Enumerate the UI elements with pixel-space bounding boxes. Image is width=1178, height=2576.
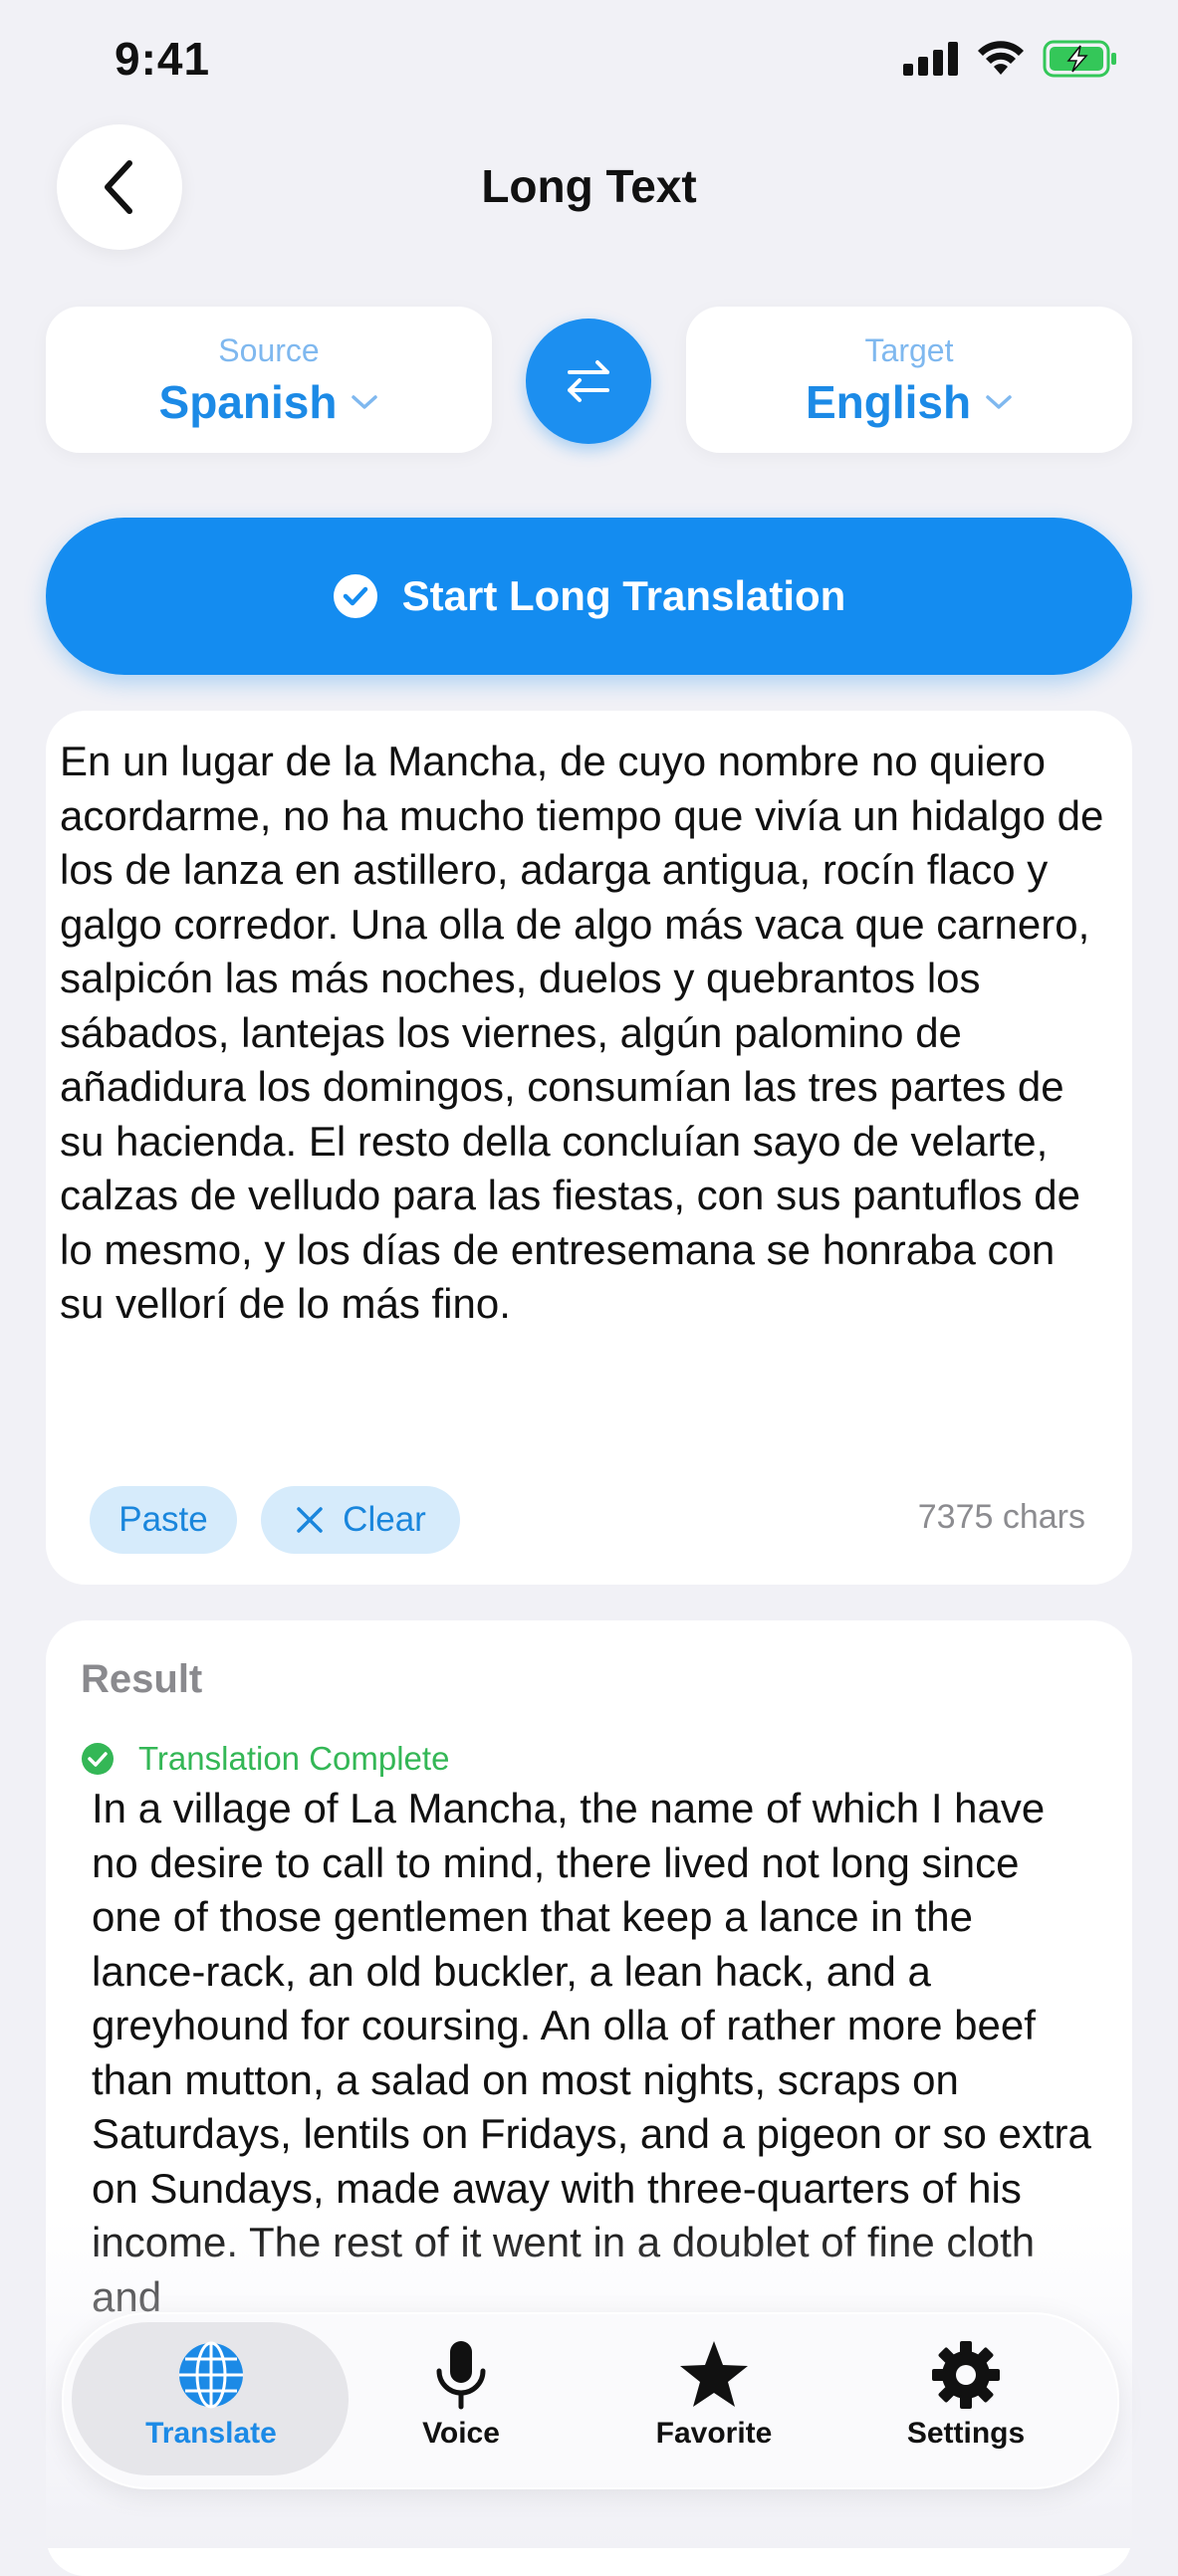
- tab-voice[interactable]: Voice: [347, 2339, 576, 2469]
- target-language-label: Target: [864, 332, 954, 368]
- swap-arrows-icon: [568, 360, 609, 402]
- globe-icon: [179, 2341, 243, 2409]
- clear-button[interactable]: Clear: [261, 1486, 460, 1554]
- battery-charging-icon: [1043, 40, 1116, 78]
- result-title: Result: [81, 1657, 203, 1701]
- source-language-label: Source: [218, 332, 320, 368]
- page-title: Long Text: [481, 160, 697, 212]
- cellular-signal-icon: [903, 42, 958, 76]
- tab-voice-label: Voice: [422, 2417, 500, 2450]
- swap-languages-button[interactable]: [526, 319, 651, 444]
- tab-translate-label: Translate: [145, 2417, 277, 2450]
- check-circle-icon: [82, 1743, 114, 1775]
- start-long-translation-button[interactable]: Start Long Translation: [46, 518, 1132, 675]
- paste-button[interactable]: Paste: [90, 1486, 237, 1554]
- gear-icon: [932, 2341, 1000, 2409]
- tab-translate[interactable]: Translate: [97, 2339, 326, 2469]
- chevron-down-icon: [986, 395, 1012, 409]
- paste-label: Paste: [118, 1500, 208, 1539]
- character-count: 7375 chars: [917, 1498, 1085, 1536]
- star-icon: [680, 2341, 748, 2407]
- status-time: 9:41: [115, 33, 211, 85]
- wifi-icon: [978, 41, 1024, 75]
- source-text-area[interactable]: En un lugar de la Mancha, de cuyo nombre…: [60, 735, 1105, 1443]
- close-icon: [297, 1507, 323, 1533]
- tab-settings-label: Settings: [906, 2417, 1026, 2450]
- translation-status-label: Translation Complete: [138, 1740, 450, 1777]
- tab-favorite-label: Favorite: [655, 2417, 773, 2450]
- target-language-selector[interactable]: Target English: [686, 307, 1132, 453]
- tab-settings[interactable]: Settings: [851, 2339, 1080, 2469]
- clear-label: Clear: [343, 1500, 426, 1539]
- start-button-label: Start Long Translation: [401, 572, 846, 619]
- status-icons: [903, 40, 1118, 78]
- chevron-down-icon: [352, 395, 378, 409]
- source-language-selector[interactable]: Source Spanish: [46, 307, 492, 453]
- tab-favorite[interactable]: Favorite: [599, 2339, 828, 2469]
- source-language-value: Spanish: [158, 376, 338, 428]
- target-language-value: English: [805, 376, 972, 428]
- checkmark-circle-icon: [333, 574, 377, 618]
- microphone-icon: [436, 2341, 486, 2410]
- translation-status: Translation Complete: [81, 1740, 449, 1778]
